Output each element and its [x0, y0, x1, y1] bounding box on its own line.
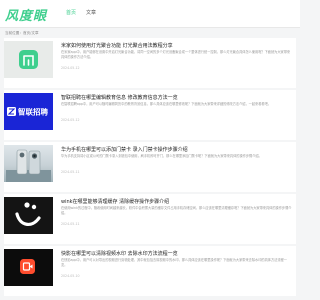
article-date: 2024-05-12	[61, 66, 80, 70]
article-item[interactable]: 智联招聘 智联招聘在哪里编辑教育信息 修改教育信息方法一览 在智联招聘app中，…	[4, 90, 296, 140]
kuaiying-icon	[20, 259, 35, 274]
site-logo[interactable]: 风度眼	[5, 5, 47, 24]
mi-home-icon	[19, 50, 38, 69]
nav-item-home[interactable]: 首页	[66, 9, 76, 16]
site-header: 风度眼 首页 文章	[0, 0, 300, 28]
article-title[interactable]: 米家如何使用灯光聚合功能 灯光聚合用法教程分享	[61, 42, 293, 49]
article-title[interactable]: 智联招聘在哪里编辑教育信息 修改教育信息方法一览	[61, 94, 293, 101]
zhaopin-logo-icon: 智联招聘	[7, 107, 48, 117]
article-title[interactable]: 华为手机在哪里可以添加门禁卡 录入门禁卡操作步骤介绍	[61, 146, 293, 153]
article-date: 2024-05-10	[61, 274, 80, 278]
article-thumbnail[interactable]	[4, 41, 53, 78]
article-item[interactable]: 华为手机在哪里可以添加门禁卡 录入门禁卡操作步骤介绍 华为手机支持将小区或公司的…	[4, 142, 296, 192]
breadcrumb: 当前位置：首页/文章	[5, 31, 39, 35]
article-date: 2024-05-11	[61, 170, 80, 174]
main-nav: 首页 文章	[66, 9, 96, 16]
article-date: 2024-05-12	[61, 118, 80, 122]
article-summary: 在快影app中，用户可以对导出的视频进行剪辑处理，其中就包括去除视频中的水印，那…	[61, 258, 287, 267]
article-summary: 在米家app中，用户能够在设置中开启灯光聚合功能，将同一空间的多个灯光设备聚合成…	[61, 50, 291, 59]
article-thumbnail[interactable]	[4, 145, 53, 182]
article-thumbnail[interactable]	[4, 249, 53, 286]
article-item[interactable]: 米家如何使用灯光聚合功能 灯光聚合用法教程分享 在米家app中，用户能够在设置中…	[4, 38, 296, 88]
article-summary: 华为手机支持将小区或公司的门禁卡录入到钱包中使用，刷手机即可开门，那么在哪里添加…	[61, 154, 262, 158]
article-title[interactable]: 快影在哪里可以清除视频水印 去除水印方法流程一览	[61, 250, 293, 257]
article-item[interactable]: wink在哪里能够清理缓存 清除缓存操作步骤介绍 在使用wink的过程中，随着使…	[4, 194, 296, 244]
article-title[interactable]: wink在哪里能够清理缓存 清除缓存操作步骤介绍	[61, 198, 293, 205]
wink-logo-icon	[15, 202, 41, 226]
nav-item-articles[interactable]: 文章	[86, 9, 96, 16]
article-thumbnail[interactable]	[4, 197, 53, 234]
article-item[interactable]: 快影在哪里可以清除视频水印 去除水印方法流程一览 在快影app中，用户可以对导出…	[4, 246, 296, 296]
phone-icon	[6, 149, 51, 182]
article-summary: 在使用wink的过程中，随着使用时间越来越长，软件中会积累大量的缓存文件占用手机…	[61, 206, 292, 215]
article-summary: 在智联招聘app中，用户可以随时编辑简历中的教育背景信息，那么具体应该在哪里修改…	[61, 102, 271, 106]
article-date: 2024-05-11	[61, 222, 80, 226]
article-thumbnail[interactable]: 智联招聘	[4, 93, 53, 130]
zhaopin-logo-text: 智联招聘	[18, 107, 48, 117]
